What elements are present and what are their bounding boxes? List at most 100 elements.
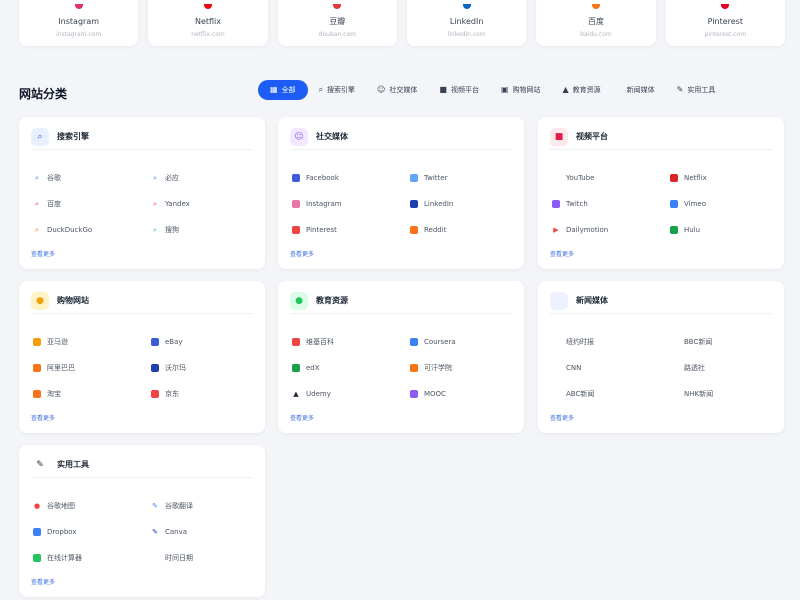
site-link[interactable]: NHK新闻 <box>670 387 772 400</box>
site-link-label: Yandex <box>165 199 190 208</box>
site-link[interactable]: Coursera <box>410 335 512 348</box>
site-link-label: 纽约时报 <box>566 337 594 346</box>
site-link[interactable]: 沃尔玛 <box>151 361 253 374</box>
site-link[interactable]: Instagram <box>292 197 410 210</box>
category-header: ☺ 社交媒体 <box>290 127 512 150</box>
site-link[interactable]: ⌕ 搜狗 <box>151 223 253 236</box>
site-link[interactable]: 阿里巴巴 <box>33 361 151 374</box>
category-title: 社交媒体 <box>316 132 348 141</box>
site-link[interactable]: 路透社 <box>670 361 772 374</box>
category-header: ● 购物网站 <box>31 291 253 314</box>
view-more-link[interactable]: 查看更多 <box>31 249 55 258</box>
site-link[interactable]: CNN <box>552 361 670 374</box>
wrench-icon: ✎ <box>676 85 684 94</box>
site-link[interactable]: ✎ Canva <box>151 525 253 538</box>
site-link[interactable]: ABC新闻 <box>552 387 670 400</box>
site-link[interactable]: 在线计算器 <box>33 551 151 564</box>
filter-chip-video[interactable]: ■ 视频平台 <box>428 80 490 100</box>
site-link[interactable]: Dropbox <box>33 525 151 538</box>
site-link[interactable]: ▶ Dailymotion <box>552 223 670 236</box>
site-link[interactable]: Twitter <box>410 171 512 184</box>
site-link-label: BBC新闻 <box>684 337 713 346</box>
site-link[interactable]: eBay <box>151 335 253 348</box>
category-header: ✎ 实用工具 <box>31 455 253 478</box>
top-site-card[interactable]: LinkedIn linkedin.com <box>406 0 527 46</box>
view-more-link[interactable]: 查看更多 <box>31 413 55 422</box>
site-link[interactable]: 京东 <box>151 387 253 400</box>
filter-chip-social[interactable]: ☺ 社交媒体 <box>366 80 428 100</box>
site-link[interactable]: BBC新闻 <box>670 335 772 348</box>
filter-chip-search[interactable]: ⌕ 搜索引擎 <box>308 80 366 100</box>
site-link-label: Dropbox <box>47 527 77 536</box>
site-link[interactable]: ▲ Udemy <box>292 387 410 400</box>
site-link-label: 谷歌翻译 <box>165 501 193 510</box>
site-link[interactable]: 维基百科 <box>292 335 410 348</box>
filter-label: 实用工具 <box>687 86 716 94</box>
site-link-label: CNN <box>566 363 582 372</box>
top-site-card[interactable]: 豆瓣 douban.com <box>277 0 397 46</box>
top-site-card[interactable]: 百度 baidu.com <box>536 0 656 46</box>
video-icon: ■ <box>439 85 447 94</box>
filter-chip-tools[interactable]: ✎ 实用工具 <box>666 80 727 100</box>
site-link[interactable]: 淘宝 <box>33 387 151 400</box>
top-site-name: 百度 <box>587 17 604 26</box>
category-card-news: 新闻媒体 纽约时报 BBC新闻 CNN 路透社 ABC新闻 NHK新闻 查看更多 <box>538 281 784 433</box>
view-more-link[interactable]: 查看更多 <box>550 249 574 258</box>
site-link[interactable]: edX <box>292 361 410 374</box>
category-header: ⌕ 搜索引擎 <box>31 127 253 150</box>
site-link[interactable]: Hulu <box>670 223 772 236</box>
site-link[interactable]: 亚马逊 <box>33 335 151 348</box>
site-link-label: Pinterest <box>306 225 337 234</box>
site-link-label: 谷歌地图 <box>47 501 75 510</box>
site-logo-icon <box>203 4 212 9</box>
site-link[interactable]: ⌕ 百度 <box>33 197 151 210</box>
top-site-domain: linkedin.com <box>447 31 486 38</box>
site-link[interactable]: Twitch <box>552 197 670 210</box>
view-more-link[interactable]: 查看更多 <box>290 249 314 258</box>
site-link[interactable]: ✎ 谷歌翻译 <box>151 499 253 512</box>
edx-icon <box>292 363 300 372</box>
site-link[interactable]: ● 谷歌地图 <box>33 499 151 512</box>
site-link[interactable]: Reddit <box>410 223 512 236</box>
filter-label: 社交媒体 <box>389 86 418 94</box>
site-link[interactable]: ⌕ Yandex <box>151 197 253 210</box>
section-title: 网站分类 <box>19 87 68 101</box>
cloud-icon <box>33 527 41 536</box>
site-link[interactable]: YouTube <box>552 171 670 184</box>
clock-icon <box>151 553 159 562</box>
site-link[interactable]: 可汗学院 <box>410 361 512 374</box>
view-more-link[interactable]: 查看更多 <box>550 413 574 422</box>
filter-chip-shopping[interactable]: ▣ 购物网站 <box>490 80 552 100</box>
search-icon: ⌕ <box>153 225 157 234</box>
site-link[interactable]: 纽约时报 <box>552 335 670 348</box>
site-link[interactable]: ⌕ 必应 <box>151 171 253 184</box>
search-icon: ⌕ <box>153 199 157 208</box>
twitch-icon <box>552 199 560 208</box>
category-header: ■ 视频平台 <box>550 127 772 150</box>
site-logo-icon <box>721 4 730 9</box>
reuters-icon <box>670 363 678 372</box>
site-link[interactable]: 时间日期 <box>151 551 253 564</box>
view-more-link[interactable]: 查看更多 <box>31 577 55 586</box>
filter-chip-news[interactable]: 新闻媒体 <box>612 80 666 100</box>
site-link-label: Dailymotion <box>566 225 609 234</box>
site-link[interactable]: Vimeo <box>670 197 772 210</box>
site-link-label: 亚马逊 <box>47 337 68 346</box>
site-link[interactable]: Facebook <box>292 171 410 184</box>
top-site-card[interactable]: Netflix netflix.com <box>148 0 268 46</box>
site-link[interactable]: Pinterest <box>292 223 410 236</box>
filter-chip-education[interactable]: ▲ 教育资源 <box>552 80 612 100</box>
site-link-label: Twitch <box>566 199 588 208</box>
site-link-label: Vimeo <box>684 199 706 208</box>
site-link[interactable]: ⌕ DuckDuckGo <box>33 223 151 236</box>
site-link[interactable]: MOOC <box>410 387 512 400</box>
site-link-label: 谷歌 <box>47 173 61 182</box>
site-link[interactable]: ⌕ 谷歌 <box>33 171 151 184</box>
top-site-card[interactable]: Pinterest pinterest.com <box>665 0 785 46</box>
filter-chip-all[interactable]: ▦ 全部 <box>258 80 308 100</box>
top-site-card[interactable]: Instagram instagram.com <box>19 0 139 46</box>
site-link[interactable]: LinkedIn <box>410 197 512 210</box>
site-link[interactable]: Netflix <box>670 171 772 184</box>
graduation-icon: ● <box>290 291 308 310</box>
view-more-link[interactable]: 查看更多 <box>290 413 314 422</box>
